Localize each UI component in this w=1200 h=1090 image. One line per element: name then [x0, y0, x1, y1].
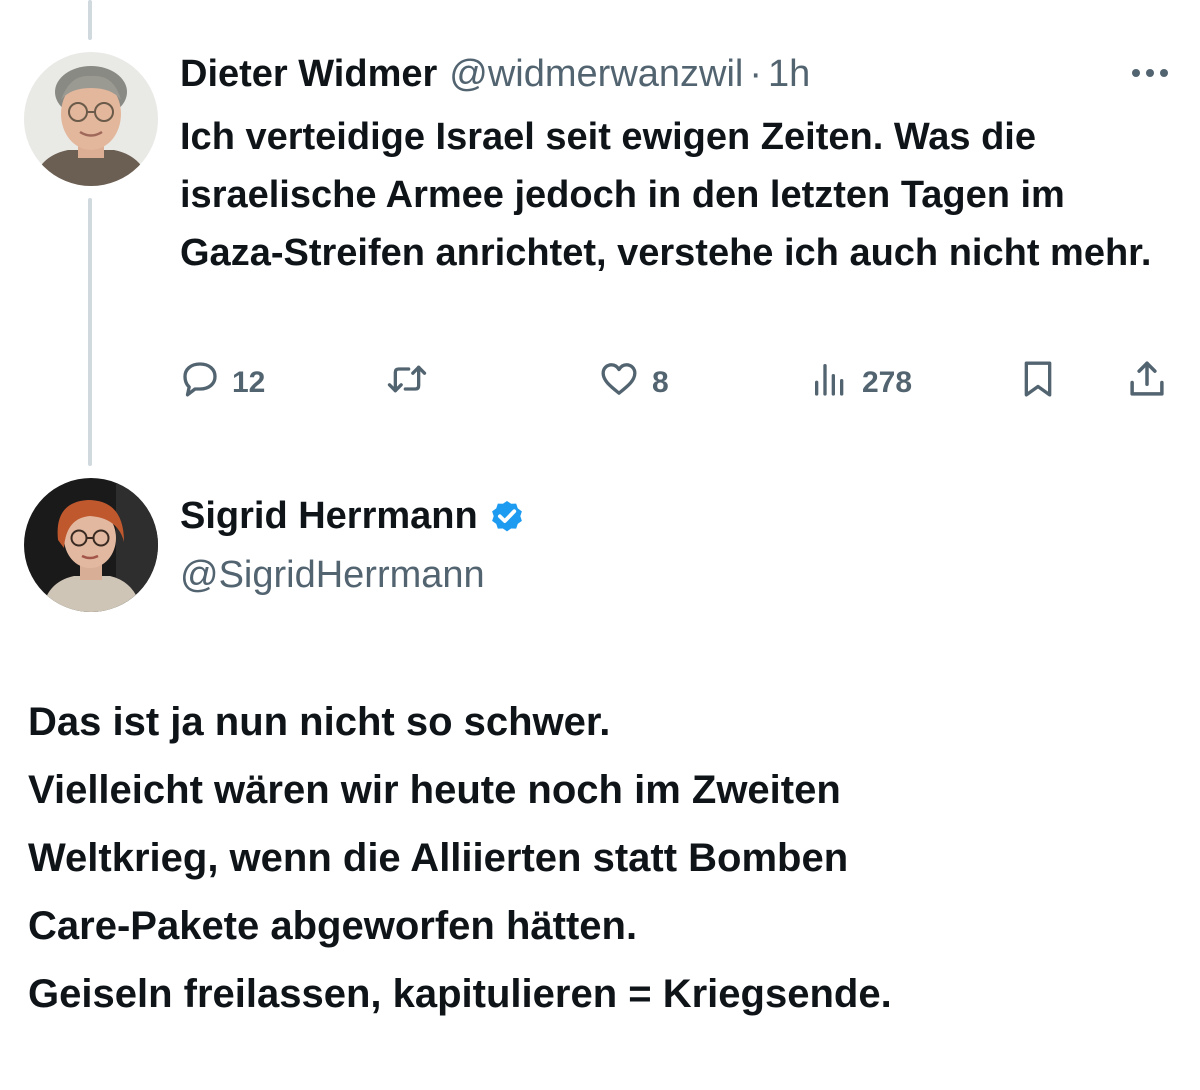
- bookmark-icon: [1018, 358, 1058, 408]
- avatar-dieter-widmer[interactable]: [24, 52, 158, 186]
- author-handle[interactable]: @widmerwanzwil: [449, 53, 743, 96]
- tweet2-text: Das ist ja nun nicht so schwer. Vielleic…: [28, 688, 1178, 1028]
- tweet2-line-3: Weltkrieg, wenn die Alliierten statt Bom…: [28, 836, 849, 880]
- tweet1-header: Dieter Widmer @widmerwanzwil · 1h: [180, 50, 810, 98]
- tweet1-action-bar: 12 8 278: [180, 356, 1175, 410]
- reply-icon: [180, 359, 220, 407]
- thread-line-top: [88, 0, 92, 40]
- reply-button[interactable]: 12: [180, 356, 265, 410]
- timestamp[interactable]: 1h: [768, 53, 810, 96]
- like-count: 8: [652, 366, 669, 399]
- author-name[interactable]: Dieter Widmer: [180, 53, 437, 96]
- retweet-icon: [385, 359, 429, 407]
- reply-count: 12: [232, 366, 266, 399]
- avatar-sigrid-herrmann[interactable]: [24, 478, 158, 612]
- tweet2-line-2: Vielleicht wären wir heute noch im Zweit…: [28, 768, 841, 812]
- author-handle[interactable]: @SigridHerrmann: [180, 550, 485, 600]
- tweet2-line-5: Geiseln freilassen, kapitulieren = Krieg…: [28, 972, 892, 1016]
- thread-line: [88, 198, 92, 466]
- bookmark-button[interactable]: [1018, 356, 1058, 410]
- more-icon[interactable]: [1128, 56, 1172, 90]
- share-button[interactable]: [1126, 356, 1168, 410]
- views-button[interactable]: 278: [810, 356, 912, 410]
- views-bar-chart-icon: [810, 359, 850, 407]
- author-name[interactable]: Sigrid Herrmann: [180, 495, 478, 538]
- like-button[interactable]: 8: [598, 356, 669, 410]
- views-count: 278: [862, 366, 913, 399]
- tweet2-line-1: Das ist ja nun nicht so schwer.: [28, 700, 611, 744]
- share-icon: [1126, 358, 1168, 408]
- tweet1-text: Ich verteidige Israel seit ewigen Zeiten…: [180, 116, 1152, 274]
- verified-badge-icon[interactable]: [488, 497, 526, 535]
- heart-icon: [598, 359, 640, 407]
- retweet-button[interactable]: [385, 356, 429, 410]
- tweet2-line-4: Care-Pakete abgeworfen hätten.: [28, 904, 638, 948]
- separator-dot: ·: [749, 52, 763, 95]
- tweet2-header: Sigrid Herrmann: [180, 490, 526, 542]
